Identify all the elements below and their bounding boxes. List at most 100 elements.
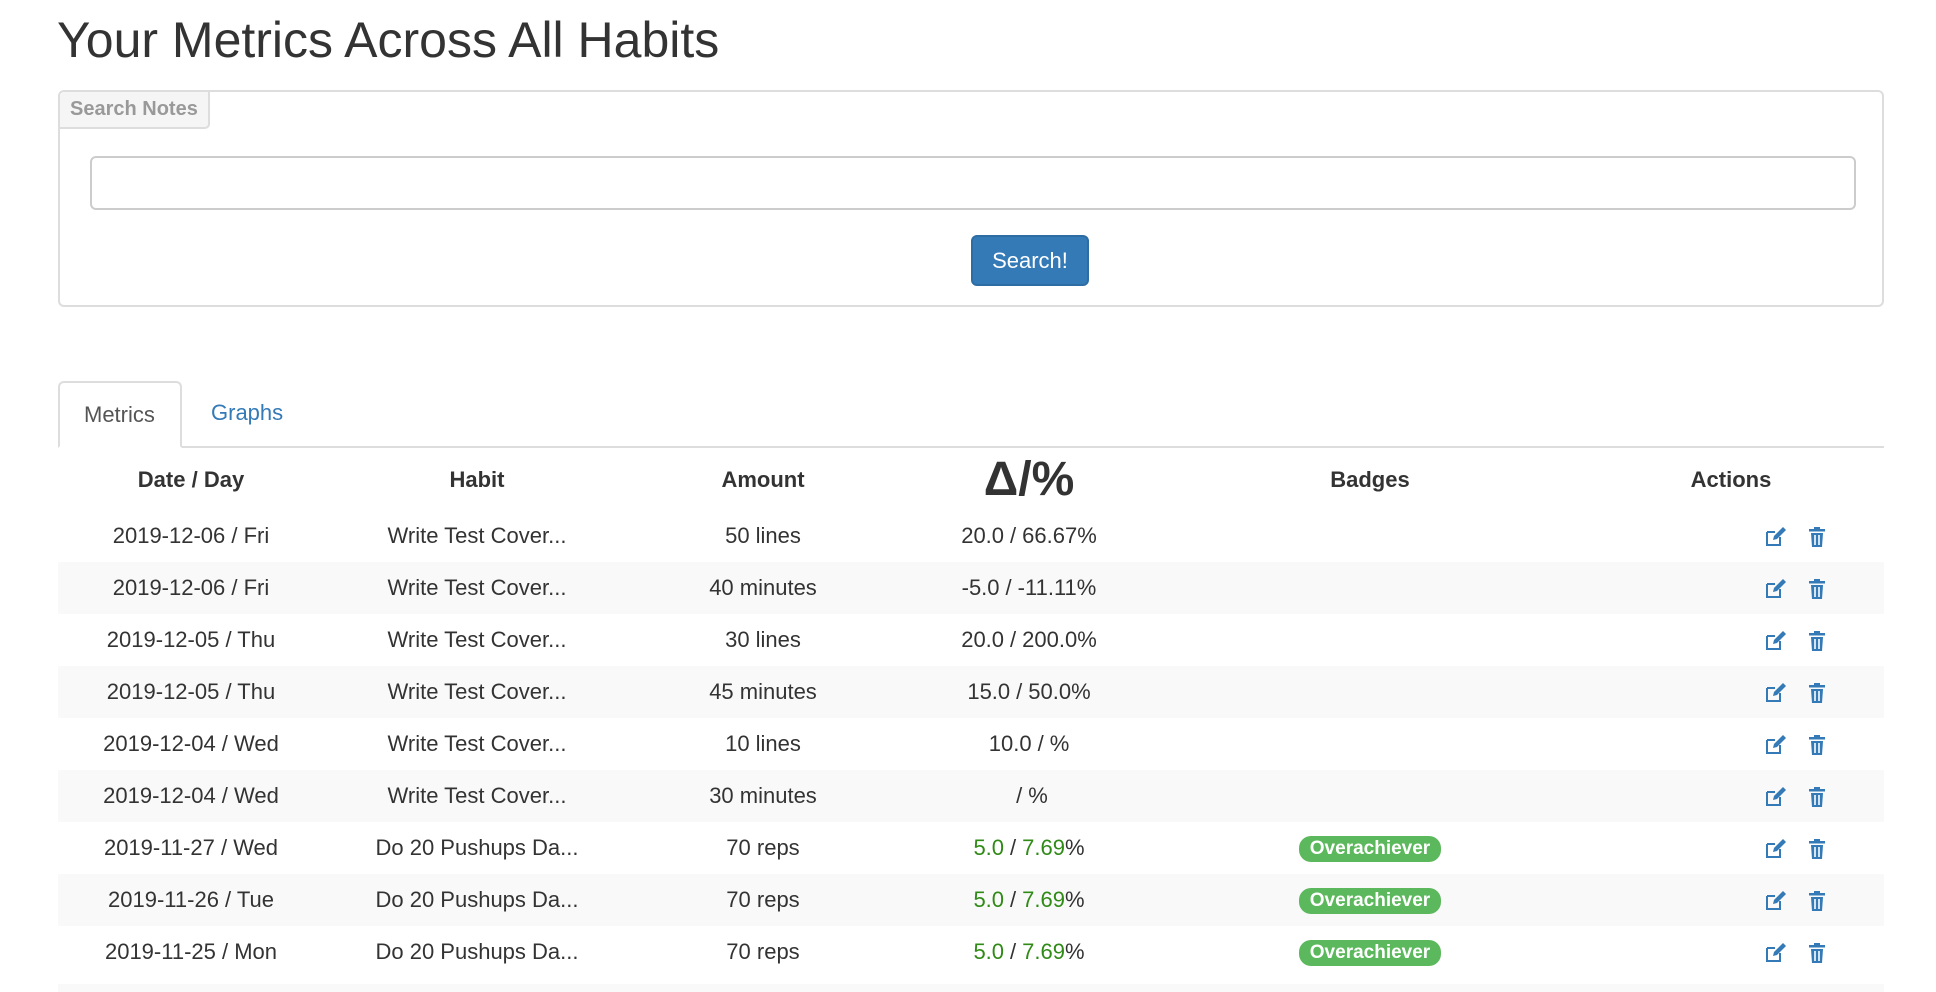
cell-habit[interactable]: Write Test Cover... — [324, 510, 630, 562]
cell-badges — [1162, 770, 1578, 822]
column-header-amount[interactable]: Amount — [630, 450, 896, 510]
column-header-habit[interactable]: Habit — [324, 450, 630, 510]
search-button[interactable]: Search! — [971, 235, 1089, 286]
cell-delta-percent: 5.0/7.69% — [896, 822, 1162, 874]
column-header-date[interactable]: Date / Day — [58, 450, 324, 510]
table-row: 2019-12-05 / Thu Write Test Cover... 45 mi… — [58, 666, 1884, 718]
edit-icon[interactable] — [1764, 786, 1786, 808]
delta-separator: / — [1010, 627, 1017, 652]
delta-symbol: Δ — [983, 453, 1019, 506]
overachiever-badge: Overachiever — [1298, 888, 1442, 914]
cell-amount: 10 lines — [725, 731, 801, 756]
edit-icon[interactable] — [1764, 578, 1786, 600]
delta-value: 15.0 — [967, 679, 1011, 704]
percent-sign: % — [1077, 627, 1097, 652]
search-notes-legend: Search Notes — [60, 92, 210, 129]
edit-icon[interactable] — [1764, 942, 1786, 964]
percent-sign: % — [1077, 523, 1097, 548]
edit-icon[interactable] — [1764, 890, 1786, 912]
cell-date: 2019-11-26 / Tue — [58, 874, 324, 926]
cell-actions — [1578, 666, 1884, 718]
cell-actions — [1578, 822, 1884, 874]
cell-habit[interactable]: Write Test Cover... — [324, 562, 630, 614]
cell-badges — [1162, 510, 1578, 562]
trash-icon[interactable] — [1806, 838, 1828, 860]
cell-habit[interactable]: Do 20 Pushups Da... — [324, 874, 630, 926]
cell-amount: 30 minutes — [630, 770, 896, 822]
table-row: 2019-12-05 / Thu Write Test Cover... 30 li… — [58, 614, 1884, 666]
delta-value: 20.0 — [961, 523, 1005, 548]
edit-icon[interactable] — [1764, 630, 1786, 652]
page: Your Metrics Across All Habits Search No… — [0, 0, 1936, 992]
cell-badges: Overachiever — [1162, 926, 1578, 978]
delta-separator: / — [1016, 783, 1023, 808]
percent-sign: % — [1071, 679, 1091, 704]
percent-sign: % — [1028, 783, 1048, 808]
column-header-badges: Badges — [1330, 467, 1410, 492]
delta-value: 5.0 — [973, 887, 1005, 912]
cell-habit[interactable]: Write Test Cover... — [324, 614, 630, 666]
cell-date: 2019-11-27 / Wed — [103, 835, 279, 860]
overachiever-badge: Overachiever — [1298, 836, 1442, 862]
cell-badges — [1162, 718, 1578, 770]
overachiever-badge: Overachiever — [1298, 940, 1442, 966]
edit-icon[interactable] — [1764, 734, 1786, 756]
cell-actions — [1578, 874, 1884, 926]
trash-icon[interactable] — [1806, 526, 1828, 548]
percent-sign: % — [1064, 835, 1085, 860]
table-row: 2019-11-25 / Mon Do 20 Pushups Da... 70 re… — [58, 926, 1884, 978]
cell-habit[interactable]: Write Test Cover... — [324, 718, 630, 770]
edit-icon[interactable] — [1764, 682, 1786, 704]
cell-delta-percent: 20.0/200.0% — [896, 614, 1162, 666]
trash-icon[interactable] — [1806, 630, 1828, 652]
cell-delta-percent: -5.0/-11.11% — [896, 562, 1162, 614]
edit-icon[interactable] — [1764, 526, 1786, 548]
column-header-delta-percent[interactable]: Δ/% — [896, 450, 1162, 510]
cell-habit[interactable]: Write Test Cover... — [324, 666, 630, 718]
cell-habit[interactable]: Write Test Cover... — [324, 770, 630, 822]
trash-icon[interactable] — [1806, 890, 1828, 912]
table-row: 2019-12-04 / Wed Write Test Cover... 30 mi… — [58, 770, 1884, 822]
cell-habit[interactable]: Do 20 Pushups Da... — [324, 822, 630, 874]
trash-icon[interactable] — [1806, 682, 1828, 704]
cell-delta-percent: 15.0/50.0% — [896, 666, 1162, 718]
search-input[interactable] — [90, 156, 1856, 210]
metrics-table: Date / Day Habit Amount Δ/% Badges Actio… — [58, 450, 1884, 978]
cell-amount: 70 reps — [726, 939, 800, 964]
percent-symbol: % — [1031, 453, 1075, 506]
cell-habit[interactable]: Do 20 Pushups Da... — [324, 926, 630, 978]
percent-value: 7.69 — [1022, 835, 1065, 860]
cell-amount: 45 minutes — [630, 666, 896, 718]
trash-icon[interactable] — [1806, 578, 1828, 600]
percent-sign: % — [1064, 887, 1085, 912]
trash-icon[interactable] — [1806, 734, 1828, 756]
cell-date: 2019-12-04 / Wed — [103, 731, 279, 756]
cell-date: 2019-12-06 / Fri — [58, 562, 324, 614]
cell-actions — [1578, 614, 1884, 666]
cell-delta-percent: /% — [896, 770, 1162, 822]
cell-actions — [1578, 562, 1884, 614]
search-notes-panel: Search Notes Search! — [58, 90, 1884, 307]
table-row: 2019-12-06 / Fri Write Test Cover... 50 li… — [58, 510, 1884, 562]
cell-delta-percent: 20.0/66.67% — [896, 510, 1162, 562]
delta-separator: / — [1037, 731, 1044, 756]
trash-icon[interactable] — [1806, 786, 1828, 808]
table-row: 2019-12-06 / Fri Write Test Cover... 40 mi… — [58, 562, 1884, 614]
percent-sign: % — [1076, 575, 1097, 600]
percent-value: 7.69 — [1022, 939, 1065, 964]
cell-badges — [1162, 666, 1578, 718]
percent-value: 66.67 — [1022, 523, 1078, 548]
delta-value: 5.0 — [973, 835, 1005, 860]
trash-icon[interactable] — [1806, 942, 1828, 964]
tab-graphs[interactable]: Graphs — [187, 381, 307, 448]
cell-date: 2019-12-05 / Thu — [106, 627, 276, 652]
tab-metrics[interactable]: Metrics — [58, 381, 182, 448]
table-row: 2019-12-04 / Wed Write Test Cover... 10 li… — [58, 718, 1884, 770]
cell-amount: 70 reps — [630, 874, 896, 926]
percent-value: 50.0 — [1028, 679, 1072, 704]
cell-amount: 70 reps — [726, 835, 800, 860]
table-row-partial — [58, 984, 1884, 992]
cell-actions — [1578, 926, 1884, 978]
table-header-row: Date / Day Habit Amount Δ/% Badges Actio… — [58, 450, 1884, 510]
edit-icon[interactable] — [1764, 838, 1786, 860]
